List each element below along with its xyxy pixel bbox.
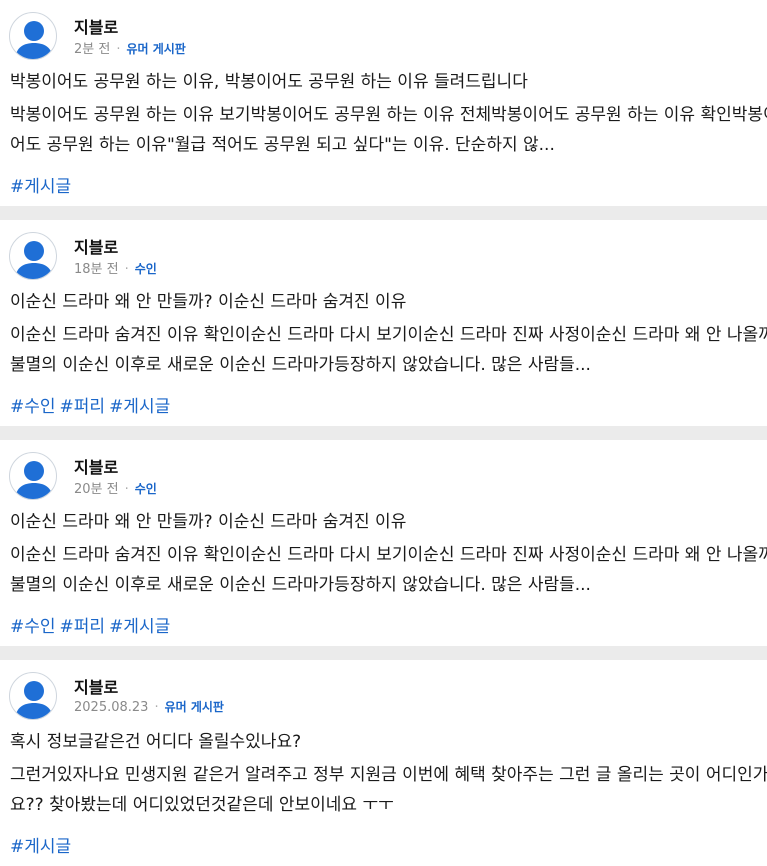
author-name[interactable]: 지블로 — [74, 234, 118, 258]
post-excerpt-line: 불멸의 이순신 이후로 새로운 이순신 드라마가등장하지 않았습니다. 많은 사… — [10, 575, 591, 595]
tag-link[interactable]: #수인 — [10, 617, 56, 637]
user-avatar-icon[interactable] — [9, 12, 57, 60]
post-header: 지블로 20분 전 · 수인 — [0, 452, 767, 510]
post-time: 20분 전 — [74, 482, 119, 497]
post-card[interactable]: 지블로 18분 전 · 수인 이순신 드라마 왜 안 만들까? 이순신 드라마 숨겨… — [0, 220, 767, 426]
meta-dot: · — [154, 700, 159, 715]
post-tags: #게시글 — [10, 832, 767, 864]
post-card[interactable]: 지블로 20분 전 · 수인 이순신 드라마 왜 안 만들까? 이순신 드라마 숨겨… — [0, 440, 767, 646]
post-divider — [0, 426, 767, 440]
user-avatar-icon[interactable] — [9, 672, 57, 720]
board-link[interactable]: 유머 게시판 — [165, 700, 224, 714]
post-time: 2025.08.23 — [74, 700, 149, 715]
board-link[interactable]: 수인 — [135, 262, 157, 276]
post-excerpt[interactable]: 이순신 드라마 숨겨진 이유 확인이순신 드라마 다시 보기이순신 드라마 진짜… — [10, 320, 767, 380]
post-excerpt-line: 어도 공무원 하는 이유"월급 적어도 공무원 되고 싶다"는 이유. 단순하지… — [10, 135, 555, 155]
tag-link[interactable]: #수인 — [10, 397, 56, 417]
post-title[interactable]: 혹시 정보글같은건 어디다 올릴수있나요? — [10, 730, 767, 754]
author-name[interactable]: 지블로 — [74, 14, 118, 38]
post-meta: 20분 전 · 수인 — [74, 478, 157, 497]
board-link[interactable]: 수인 — [135, 482, 157, 496]
post-divider — [0, 646, 767, 660]
post-excerpt-line: 그런거있자나요 민생지원 같은거 알려주고 정부 지원금 이번에 혜택 찾아주는… — [10, 765, 767, 785]
post-excerpt-line: 이순신 드라마 숨겨진 이유 확인이순신 드라마 다시 보기이순신 드라마 진짜… — [10, 325, 767, 345]
post-time: 2분 전 — [74, 42, 111, 57]
post-meta: 2분 전 · 유머 게시판 — [74, 38, 186, 57]
post-excerpt[interactable]: 그런거있자나요 민생지원 같은거 알려주고 정부 지원금 이번에 혜택 찾아주는… — [10, 760, 767, 820]
author-name[interactable]: 지블로 — [74, 454, 118, 478]
post-header: 지블로 2025.08.23 · 유머 게시판 — [0, 672, 767, 730]
post-tags: #수인 #퍼리 #게시글 — [10, 612, 767, 644]
post-divider — [0, 206, 767, 220]
post-excerpt[interactable]: 이순신 드라마 숨겨진 이유 확인이순신 드라마 다시 보기이순신 드라마 진짜… — [10, 540, 767, 600]
post-excerpt-line: 박봉이어도 공무원 하는 이유 보기박봉이어도 공무원 하는 이유 전체박봉이어… — [10, 105, 767, 125]
post-header: 지블로 2분 전 · 유머 게시판 — [0, 12, 767, 70]
tag-link[interactable]: #게시글 — [109, 617, 170, 637]
user-avatar-icon[interactable] — [9, 452, 57, 500]
author-name[interactable]: 지블로 — [74, 674, 118, 698]
tag-link[interactable]: #퍼리 — [60, 397, 106, 417]
tag-link[interactable]: #게시글 — [109, 397, 170, 417]
board-link[interactable]: 유머 게시판 — [126, 42, 185, 56]
post-tags: #수인 #퍼리 #게시글 — [10, 392, 767, 424]
post-header: 지블로 18분 전 · 수인 — [0, 232, 767, 290]
post-meta: 2025.08.23 · 유머 게시판 — [74, 698, 224, 715]
post-meta: 18분 전 · 수인 — [74, 258, 157, 277]
user-avatar-icon[interactable] — [9, 232, 57, 280]
post-excerpt[interactable]: 박봉이어도 공무원 하는 이유 보기박봉이어도 공무원 하는 이유 전체박봉이어… — [10, 100, 767, 160]
post-card[interactable]: 지블로 2분 전 · 유머 게시판 박봉이어도 공무원 하는 이유, 박봉이어도 공… — [0, 0, 767, 206]
tag-link[interactable]: #게시글 — [10, 177, 71, 197]
meta-dot: · — [116, 42, 121, 57]
post-excerpt-line: 불멸의 이순신 이후로 새로운 이순신 드라마가등장하지 않았습니다. 많은 사… — [10, 355, 591, 375]
post-card[interactable]: 지블로 2025.08.23 · 유머 게시판 혹시 정보글같은건 어디다 올릴수있… — [0, 660, 767, 866]
post-title[interactable]: 박봉이어도 공무원 하는 이유, 박봉이어도 공무원 하는 이유 들려드립니다 — [10, 70, 767, 94]
meta-dot: · — [124, 262, 129, 277]
post-excerpt-line: 이순신 드라마 숨겨진 이유 확인이순신 드라마 다시 보기이순신 드라마 진짜… — [10, 545, 767, 565]
post-tags: #게시글 — [10, 172, 767, 204]
tag-link[interactable]: #퍼리 — [60, 617, 106, 637]
tag-link[interactable]: #게시글 — [10, 837, 71, 857]
post-feed: 지블로 2분 전 · 유머 게시판 박봉이어도 공무원 하는 이유, 박봉이어도 공… — [0, 0, 767, 866]
post-time: 18분 전 — [74, 262, 119, 277]
post-title[interactable]: 이순신 드라마 왜 안 만들까? 이순신 드라마 숨겨진 이유 — [10, 510, 767, 534]
post-excerpt-line: 요?? 찾아봤는데 어디있었던것같은데 안보이네요 ㅜㅜ — [10, 795, 394, 815]
post-title[interactable]: 이순신 드라마 왜 안 만들까? 이순신 드라마 숨겨진 이유 — [10, 290, 767, 314]
meta-dot: · — [124, 482, 129, 497]
